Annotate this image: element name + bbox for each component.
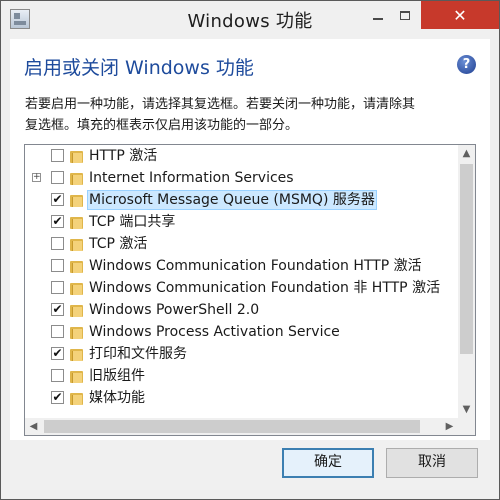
minimize-icon: [373, 18, 383, 20]
folder-icon: [70, 391, 83, 405]
horizontal-scroll-thumb[interactable]: [44, 420, 420, 433]
feature-checkbox[interactable]: ✔: [51, 215, 64, 228]
windows-features-dialog: Windows 功能 ✕ 启用或关闭 Windows 功能 ? 若要启用一种功能…: [0, 0, 500, 500]
minimize-button[interactable]: [365, 1, 391, 29]
feature-label: Windows Communication Foundation 非 HTTP …: [89, 280, 441, 296]
feature-row[interactable]: Windows Communication Foundation 非 HTTP …: [25, 277, 459, 299]
feature-checkbox[interactable]: ✔: [51, 193, 64, 206]
folder-icon: [70, 303, 83, 317]
feature-label: Internet Information Services: [89, 170, 294, 186]
scroll-up-icon[interactable]: ▲: [458, 145, 475, 162]
folder-icon: [70, 171, 83, 185]
ok-button[interactable]: 确定: [282, 448, 374, 478]
feature-row[interactable]: HTTP 激活: [25, 145, 459, 167]
feature-checkbox[interactable]: [51, 259, 64, 272]
folder-icon: [70, 237, 83, 251]
vertical-scrollbar[interactable]: ▲ ▼: [458, 145, 475, 418]
help-icon[interactable]: ?: [457, 55, 476, 74]
maximize-button[interactable]: [392, 1, 418, 29]
feature-row[interactable]: ✔ 打印和文件服务: [25, 343, 459, 365]
feature-row[interactable]: ✔ Windows PowerShell 2.0: [25, 299, 459, 321]
feature-checkbox[interactable]: [51, 237, 64, 250]
feature-label: Windows Communication Foundation HTTP 激活: [89, 258, 422, 274]
features-tree[interactable]: HTTP 激活 + Internet Information Services ✔ Mi…: [24, 144, 476, 436]
folder-icon: [70, 215, 83, 229]
feature-checkbox[interactable]: [51, 325, 64, 338]
feature-label: TCP 端口共享: [89, 214, 176, 230]
feature-row[interactable]: + Internet Information Services: [25, 167, 459, 189]
cancel-button[interactable]: 取消: [386, 448, 478, 478]
feature-label: 媒体功能: [89, 390, 145, 406]
feature-checkbox[interactable]: [51, 171, 64, 184]
folder-icon: [70, 259, 83, 273]
folder-icon: [70, 369, 83, 383]
feature-label: HTTP 激活: [89, 148, 158, 164]
description-line-1: 若要启用一种功能，请选择其复选框。若要关闭一种功能，请清除其: [25, 97, 416, 112]
feature-row[interactable]: 旧版组件: [25, 365, 459, 387]
maximize-icon: [400, 10, 410, 20]
scrollbar-corner: [458, 418, 475, 435]
title-bar[interactable]: Windows 功能 ✕: [1, 1, 499, 39]
folder-icon: [70, 193, 83, 207]
page-heading: 启用或关闭 Windows 功能: [24, 57, 254, 79]
folder-icon: [70, 325, 83, 339]
feature-label: Windows PowerShell 2.0: [89, 302, 260, 318]
feature-label: 旧版组件: [89, 368, 145, 384]
close-button[interactable]: ✕: [421, 1, 499, 29]
scroll-right-icon[interactable]: ▶: [441, 418, 458, 435]
description: 若要启用一种功能，请选择其复选框。若要关闭一种功能，请清除其 复选框。填充的框表…: [25, 94, 475, 136]
features-list: HTTP 激活 + Internet Information Services ✔ Mi…: [25, 145, 459, 409]
vertical-scroll-thumb[interactable]: [460, 164, 473, 354]
folder-icon: [70, 149, 83, 163]
scroll-down-icon[interactable]: ▼: [458, 401, 475, 418]
feature-row[interactable]: ✔ TCP 端口共享: [25, 211, 459, 233]
folder-icon: [70, 281, 83, 295]
expand-icon[interactable]: +: [32, 173, 41, 182]
feature-checkbox[interactable]: ✔: [51, 303, 64, 316]
feature-label: 打印和文件服务: [89, 346, 187, 362]
feature-checkbox[interactable]: [51, 369, 64, 382]
horizontal-scrollbar[interactable]: ◀ ▶: [25, 418, 458, 435]
feature-row[interactable]: Windows Communication Foundation HTTP 激活: [25, 255, 459, 277]
feature-label: Windows Process Activation Service: [89, 324, 340, 340]
feature-row[interactable]: Windows Process Activation Service: [25, 321, 459, 343]
close-icon: ✕: [453, 5, 467, 25]
feature-label: TCP 激活: [89, 236, 148, 252]
folder-icon: [70, 347, 83, 361]
feature-row[interactable]: ✔ 媒体功能: [25, 387, 459, 409]
feature-row[interactable]: ✔ Microsoft Message Queue (MSMQ) 服务器: [25, 189, 459, 211]
feature-checkbox[interactable]: [51, 149, 64, 162]
feature-checkbox[interactable]: ✔: [51, 391, 64, 404]
feature-checkbox[interactable]: ✔: [51, 347, 64, 360]
feature-row[interactable]: TCP 激活: [25, 233, 459, 255]
scroll-left-icon[interactable]: ◀: [25, 418, 42, 435]
content-panel: 启用或关闭 Windows 功能 ? 若要启用一种功能，请选择其复选框。若要关闭…: [10, 39, 490, 440]
feature-checkbox[interactable]: [51, 281, 64, 294]
feature-label: Microsoft Message Queue (MSMQ) 服务器: [87, 190, 377, 210]
description-line-2: 复选框。填充的框表示仅启用该功能的一部分。: [25, 118, 299, 133]
